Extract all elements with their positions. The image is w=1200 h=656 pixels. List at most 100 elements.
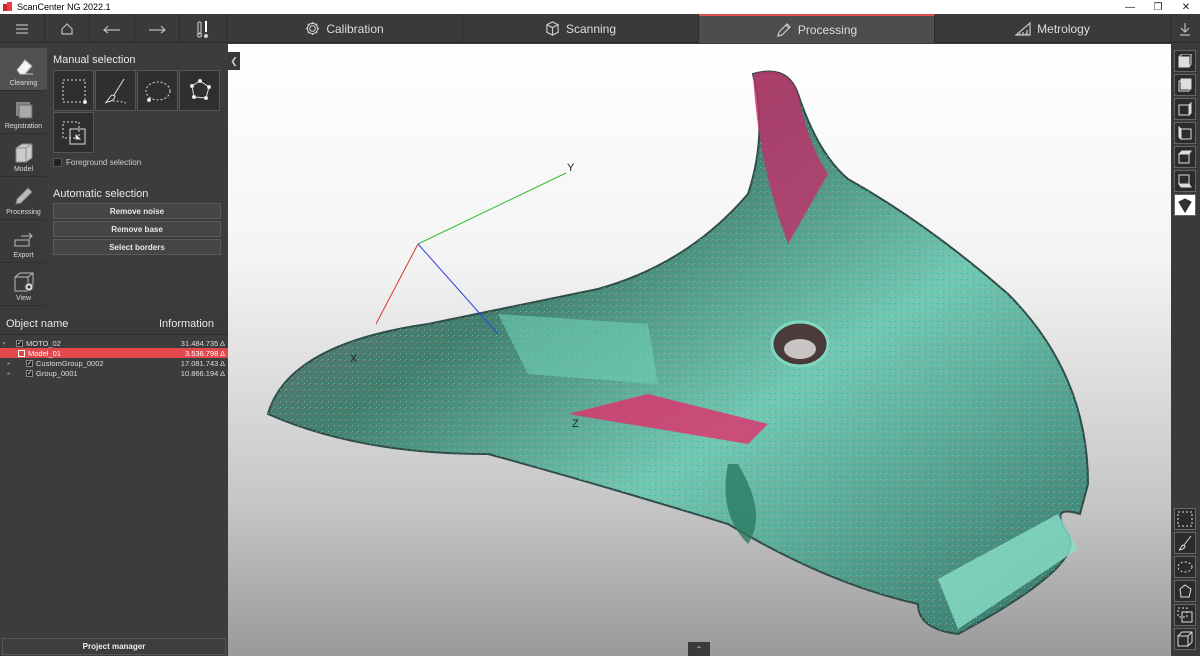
top-toolbar: Calibration Scanning Processing Metrolog… [0, 14, 1200, 43]
model-cube-icon [15, 143, 32, 163]
registration-icon [15, 102, 32, 119]
thermometer-icon[interactable] [180, 14, 227, 43]
gear-icon [306, 21, 320, 36]
rect-select-tool-button[interactable] [1174, 508, 1196, 530]
rectangle-select-icon [62, 79, 87, 104]
top-view-icon [1178, 150, 1192, 164]
remove-base-button[interactable]: Remove base [53, 221, 221, 237]
undo-icon[interactable] [90, 14, 135, 43]
tool-label: Cleaning [9, 80, 38, 87]
expand-arrow-icon[interactable]: ▸ [0, 370, 18, 377]
menu-icon[interactable] [0, 14, 45, 43]
y-axis-label: Y [567, 162, 575, 174]
view-top-button[interactable] [1174, 146, 1196, 168]
left-view-icon [1178, 126, 1192, 140]
front-view-icon [1178, 54, 1192, 68]
subtract-selection-button[interactable] [53, 112, 94, 153]
tab-label: Scanning [565, 21, 617, 36]
object-info: 31.484.735 Δ [180, 338, 225, 348]
polygon-select-icon [1179, 584, 1192, 598]
download-icon[interactable] [1171, 14, 1199, 43]
tree-row-model[interactable]: Model_01 3.536.798 Δ [0, 348, 228, 358]
foreground-selection-label: Foreground selection [66, 158, 142, 167]
tab-metrology[interactable]: Metrology [935, 14, 1171, 43]
information-header: Information [158, 317, 214, 330]
tab-scanning[interactable]: Scanning [463, 14, 699, 43]
visibility-checkbox[interactable]: ✓ [26, 359, 33, 367]
checkbox-box[interactable] [53, 158, 62, 167]
expand-arrow-icon[interactable]: ▸ [0, 360, 18, 367]
object-name: Group_0001 [36, 368, 78, 378]
tab-label: Metrology [1037, 21, 1090, 36]
app-logo [3, 2, 13, 12]
expand-bottom-button[interactable]: ⌃ [688, 642, 710, 656]
rectangle-selection-button[interactable] [53, 70, 94, 111]
manual-selection-title: Manual selection [53, 54, 136, 66]
collapse-arrow-icon[interactable]: ▾ [0, 340, 8, 347]
automatic-selection-title: Automatic selection [53, 188, 149, 200]
tab-label: Processing [797, 22, 858, 37]
tool-export[interactable]: Export [0, 220, 47, 263]
3d-viewport[interactable]: Y X Z ❮ ⌃ [228, 44, 1171, 656]
visibility-checkbox[interactable] [18, 349, 25, 357]
scanned-model [266, 70, 1090, 636]
polygon-tool-button[interactable] [1174, 580, 1196, 602]
tool-registration[interactable]: Registration [0, 91, 47, 134]
box-icon [1177, 631, 1193, 647]
polygon-select-icon [189, 78, 211, 100]
select-borders-button[interactable]: Select borders [53, 239, 221, 255]
view-front-button[interactable] [1174, 50, 1196, 72]
project-manager-button[interactable]: Project manager [2, 638, 226, 655]
tree-row-moto[interactable]: ▾ ✓ MOTO_02 31.484.735 Δ [0, 338, 228, 348]
window-title: ScanCenter NG 2022.1 [17, 2, 111, 12]
close-button[interactable]: ✕ [1172, 2, 1200, 13]
cube-icon [546, 21, 559, 36]
tree-row-group[interactable]: ▸ ✓ Group_0001 10.866.194 Δ [0, 368, 228, 378]
view-back-button[interactable] [1174, 74, 1196, 96]
subtract-select-icon [1177, 607, 1193, 623]
tool-view[interactable]: View [0, 263, 47, 306]
tool-label: Model [13, 166, 34, 173]
rectangle-select-icon [1177, 511, 1193, 527]
tool-sidebar: Cleaning Registration Model Processing E… [0, 48, 47, 310]
home-icon[interactable] [45, 14, 90, 43]
tool-processing[interactable]: Processing [0, 177, 47, 220]
object-info: 10.866.194 Δ [180, 368, 225, 378]
tab-label: Calibration [326, 21, 384, 36]
back-view-icon [1178, 78, 1192, 92]
object-info: 17.081.743 Δ [180, 358, 225, 368]
view-bottom-button[interactable] [1174, 170, 1196, 192]
tool-label: Export [13, 252, 34, 259]
brush-selection-button[interactable] [95, 70, 136, 111]
subtract-tool-button[interactable] [1174, 604, 1196, 626]
object-name: CustomGroup_0002 [36, 358, 104, 368]
ellipse-selection-button[interactable] [137, 70, 178, 111]
tool-cleaning[interactable]: Cleaning [0, 48, 47, 91]
box-tool-button[interactable] [1174, 628, 1196, 650]
minimize-button[interactable]: — [1116, 2, 1144, 13]
tab-calibration[interactable]: Calibration [227, 14, 463, 43]
object-name-header: Object name [6, 317, 69, 330]
redo-icon[interactable] [135, 14, 180, 43]
pencil-icon [14, 187, 33, 205]
brush-tool-button[interactable] [1174, 532, 1196, 554]
foreground-selection-checkbox[interactable]: Foreground selection [53, 158, 141, 167]
tree-row-customgroup[interactable]: ▸ ✓ CustomGroup_0002 17.081.743 Δ [0, 358, 228, 368]
ellipse-tool-button[interactable] [1174, 556, 1196, 578]
pencil-icon [776, 22, 791, 37]
view-left-button[interactable] [1174, 122, 1196, 144]
bottom-view-icon [1178, 174, 1192, 188]
visibility-checkbox[interactable]: ✓ [16, 339, 23, 347]
restore-button[interactable]: ❐ [1144, 2, 1172, 13]
collapse-panel-button[interactable]: ❮ [228, 52, 240, 70]
polygon-selection-button[interactable] [179, 70, 220, 111]
title-bar: ScanCenter NG 2022.1 — ❐ ✕ [0, 0, 1200, 14]
remove-noise-button[interactable]: Remove noise [53, 203, 221, 219]
tool-model[interactable]: Model [0, 134, 47, 177]
visibility-checkbox[interactable]: ✓ [26, 369, 33, 377]
tab-processing[interactable]: Processing [699, 14, 935, 43]
view-iso-button[interactable] [1174, 194, 1196, 216]
z-axis-label: Z [572, 418, 579, 430]
view-right-button[interactable] [1174, 98, 1196, 120]
iso-view-icon [1178, 198, 1192, 213]
